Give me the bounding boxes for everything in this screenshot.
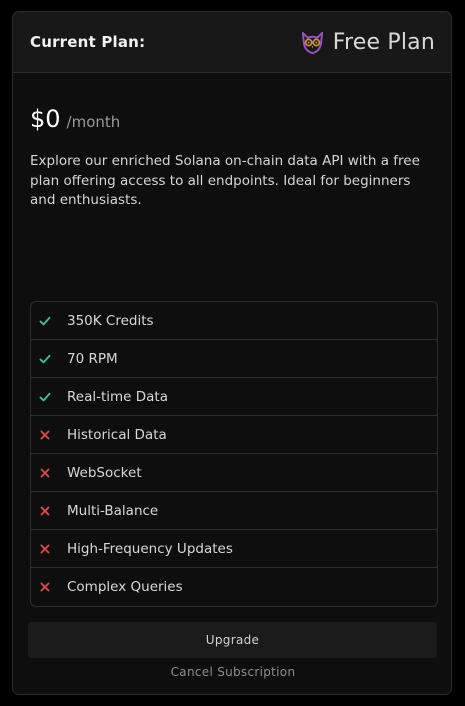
price-amount: $0: [30, 105, 61, 133]
feature-label: WebSocket: [67, 464, 142, 481]
cross-icon: [40, 506, 50, 515]
card-header: Current Plan: Free Plan: [13, 12, 451, 73]
feature-row: Multi-Balance: [31, 492, 437, 530]
feature-label: 350K Credits: [67, 312, 154, 329]
feature-label: High-Frequency Updates: [67, 540, 233, 557]
plan-card: Current Plan: Free Plan $0 /month Explor…: [12, 11, 452, 695]
cross-icon: [40, 468, 50, 477]
upgrade-button[interactable]: Upgrade: [28, 622, 437, 658]
plan-name: Free Plan: [332, 29, 435, 55]
feature-row: Historical Data: [31, 416, 437, 454]
feature-row: Real-time Data: [31, 378, 437, 416]
feature-row: 70 RPM: [31, 340, 437, 378]
feature-label: 70 RPM: [67, 350, 118, 367]
feature-label: Real-time Data: [67, 388, 168, 405]
feature-label: Complex Queries: [67, 579, 183, 595]
check-icon: [39, 316, 51, 325]
check-icon: [39, 354, 51, 363]
cross-icon: [40, 544, 50, 553]
plan-description: Explore our enriched Solana on-chain dat…: [30, 153, 420, 208]
feature-row: WebSocket: [31, 454, 437, 492]
feature-list: 350K Credits 70 RPM Real-time Data Historic…: [30, 301, 438, 607]
feature-row: Complex Queries: [31, 568, 437, 606]
owl-icon: [301, 31, 323, 54]
price-period: /month: [66, 113, 121, 131]
cancel-subscription-link[interactable]: Cancel Subscription: [13, 665, 451, 679]
price-row: $0 /month: [30, 105, 120, 133]
current-plan-label: Current Plan:: [30, 33, 146, 51]
feature-label: Historical Data: [67, 426, 167, 443]
feature-label: Multi-Balance: [67, 502, 159, 519]
feature-row: 350K Credits: [31, 302, 437, 340]
cross-icon: [40, 582, 50, 592]
check-icon: [39, 392, 51, 401]
cross-icon: [40, 430, 50, 439]
plan-badge: Free Plan: [300, 30, 435, 55]
feature-row: High-Frequency Updates: [31, 530, 437, 568]
